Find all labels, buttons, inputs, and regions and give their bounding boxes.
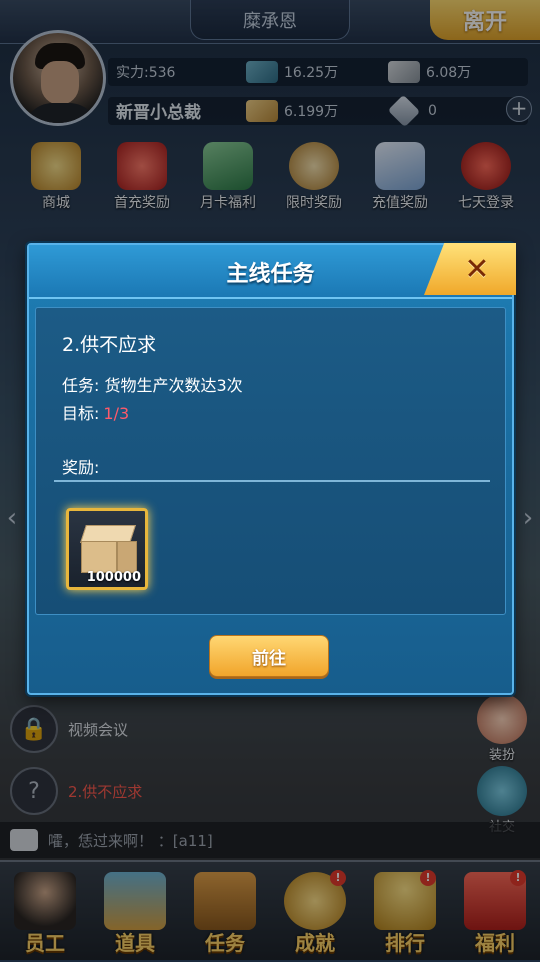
goal-label: 目标: bbox=[62, 404, 100, 423]
reward-item-goods-box[interactable]: 100000 bbox=[66, 508, 148, 590]
main-quest-dialog: 主线任务 ✕ 2.供不应求 任务: 货物生产次数达3次 目标: 1/3 奖励: 1… bbox=[27, 243, 516, 695]
quest-title: 2.供不应求 bbox=[62, 334, 157, 356]
reward-divider bbox=[54, 480, 490, 482]
reward-label: 奖励: bbox=[62, 458, 100, 477]
reward-quantity: 100000 bbox=[86, 570, 141, 585]
quest-content-panel: 2.供不应求 任务: 货物生产次数达3次 目标: 1/3 奖励: 100000 bbox=[35, 307, 506, 615]
quest-description: 任务: 货物生产次数达3次 bbox=[62, 376, 243, 395]
goal-progress: 1/3 bbox=[103, 404, 130, 423]
quest-goal: 目标: 1/3 bbox=[62, 400, 129, 424]
go-button[interactable]: 前往 bbox=[209, 635, 329, 677]
close-icon: ✕ bbox=[464, 251, 490, 287]
